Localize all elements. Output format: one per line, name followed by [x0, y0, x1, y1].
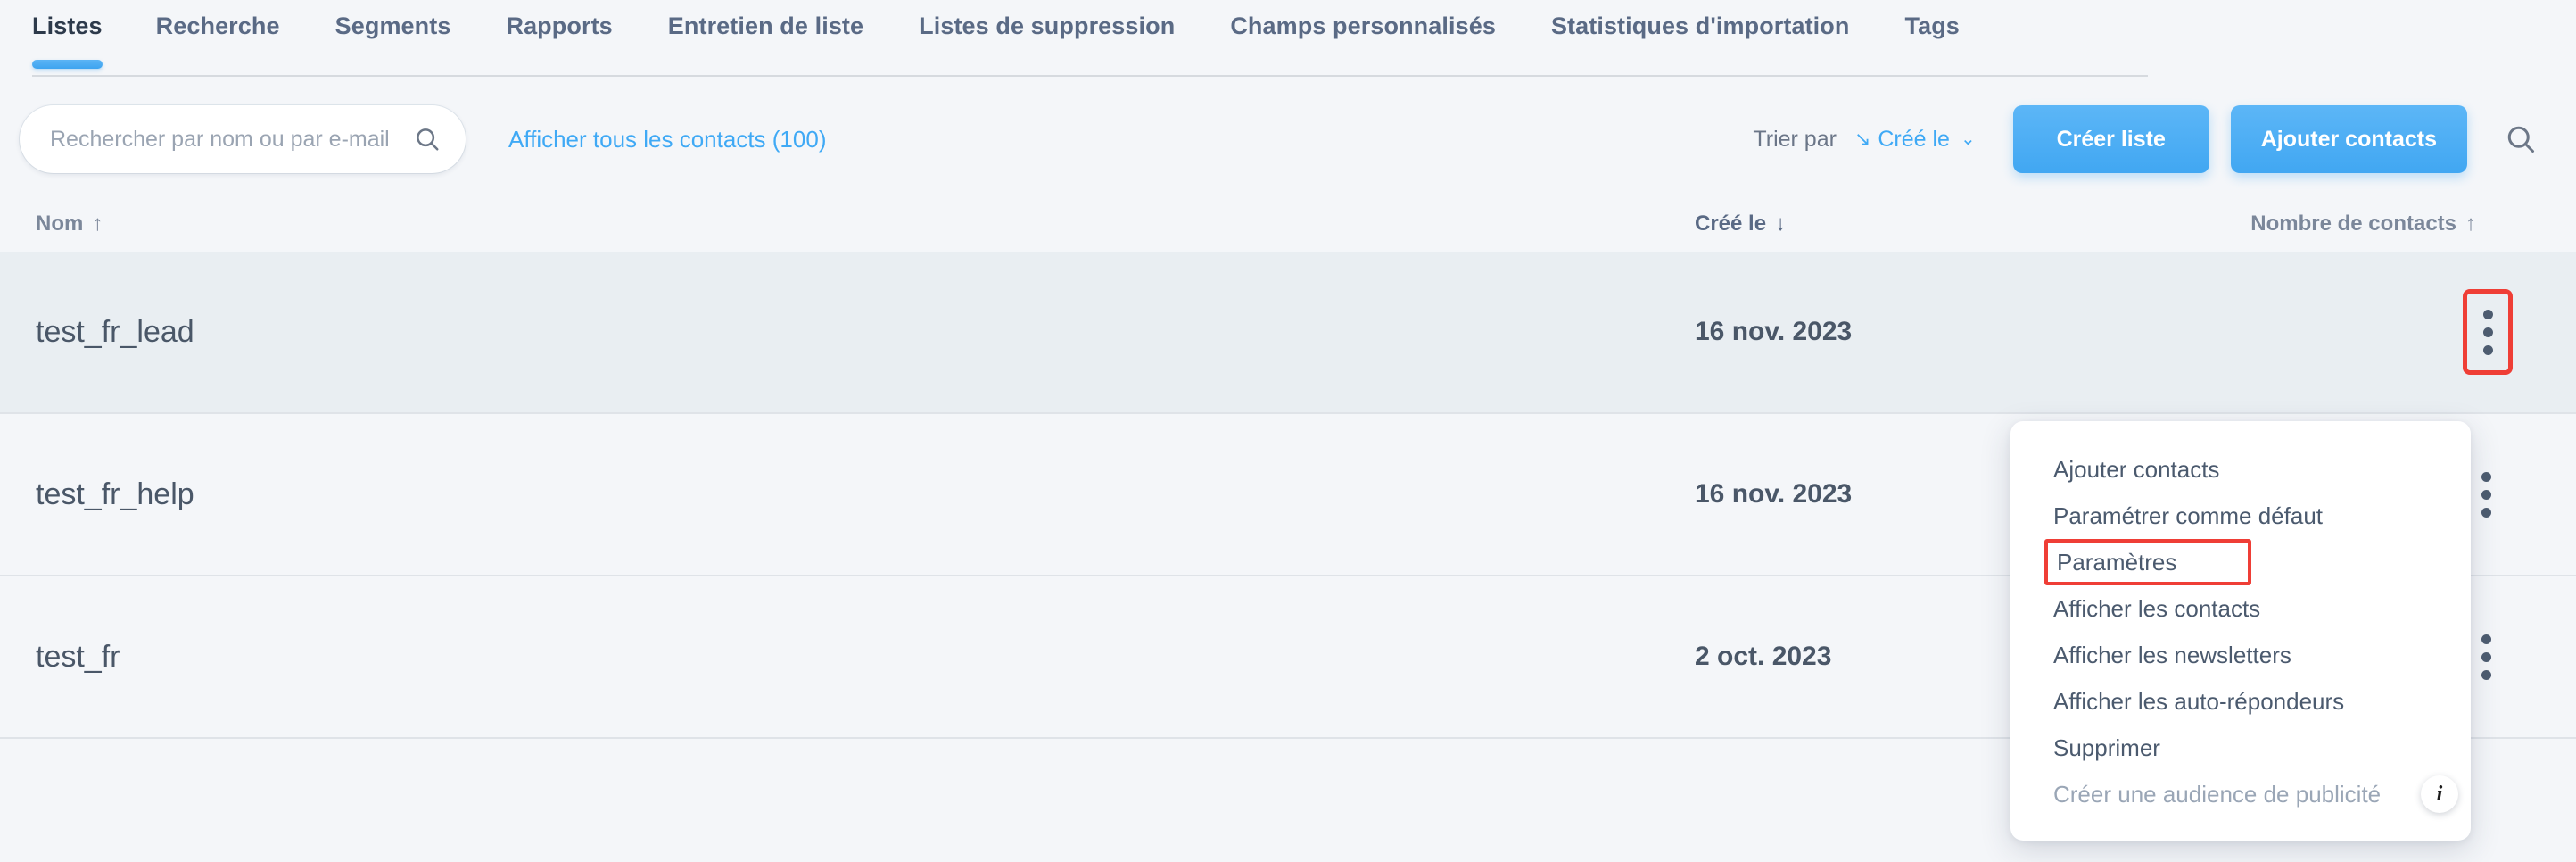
show-all-contacts-link[interactable]: Afficher tous les contacts (100)	[508, 126, 826, 153]
main-tabbar: Listes Recherche Segments Rapports Entretien…	[0, 0, 2576, 82]
table-row[interactable]: test_fr_lead 16 nov. 2023	[0, 252, 2576, 414]
menu-item-afficher-les-auto-r-pondeurs[interactable]: Afficher les auto-répondeurs	[2010, 678, 2471, 725]
chevron-down-icon: ⌄	[1960, 129, 1976, 149]
sort-direction-icon: ↘	[1854, 128, 1871, 150]
column-header-contact-count[interactable]: Nombre de contacts ↑	[2194, 211, 2544, 236]
tab-list: Listes Recherche Segments Rapports Entretien…	[0, 0, 2576, 80]
tab-listes[interactable]: Listes	[32, 12, 103, 70]
sort-by-dropdown[interactable]: ↘ Créé le ⌄	[1854, 127, 1976, 153]
search-icon[interactable]	[414, 126, 441, 153]
tab-rapports[interactable]: Rapports	[506, 12, 612, 70]
tab-label: Segments	[334, 12, 451, 39]
sort-asc-icon: ↑	[92, 211, 103, 236]
search-input[interactable]	[50, 126, 414, 153]
sort-by-label: Trier par	[1753, 126, 1837, 152]
add-contacts-button[interactable]: Ajouter contacts	[2230, 105, 2467, 173]
column-header-created[interactable]: Créé le ↓	[1695, 211, 2194, 236]
menu-item-label: Afficher les newsletters	[2053, 641, 2291, 668]
tab-tags[interactable]: Tags	[1904, 12, 1959, 70]
sort-asc-icon: ↑	[2465, 211, 2476, 236]
cell-list-name[interactable]: test_fr	[36, 640, 1695, 675]
menu-item-param-tres[interactable]: Paramètres	[2044, 539, 2251, 585]
menu-item-ajouter-contacts[interactable]: Ajouter contacts	[2010, 446, 2471, 493]
tab-label: Rapports	[506, 12, 613, 39]
sort-desc-icon: ↓	[1775, 211, 1787, 236]
tab-statistiques-d-importation[interactable]: Statistiques d'importation	[1551, 12, 1850, 70]
toolbar-right-group: Trier par ↘ Créé le ⌄ Créer liste Ajoute…	[1753, 105, 2544, 173]
tab-label: Entretien de liste	[667, 12, 864, 39]
create-list-button[interactable]: Créer liste	[2012, 105, 2209, 173]
lists-page: Listes Recherche Segments Rapports Entretien…	[0, 0, 2576, 862]
menu-item-label: Paramétrer comme défaut	[2053, 501, 2324, 529]
tabbar-divider	[32, 75, 2148, 77]
menu-item-label: Ajouter contacts	[2053, 455, 2220, 483]
list-toolbar: Afficher tous les contacts (100) Trier p…	[0, 82, 2576, 196]
tab-label: Champs personnalisés	[1230, 12, 1496, 39]
tab-label: Listes de suppression	[919, 12, 1176, 39]
table-header-row: Nom ↑ Créé le ↓ Nombre de contacts ↑	[0, 196, 2576, 252]
tab-label: Listes	[32, 12, 103, 39]
tab-label: Tags	[1904, 12, 1960, 39]
tab-recherche[interactable]: Recherche	[156, 12, 280, 70]
row-menu-kebab-icon[interactable]	[2463, 289, 2513, 375]
menu-item-cr-er-une-audience-de-publicit: Créer une audience de publicité i	[2010, 771, 2471, 817]
sort-by-value: Créé le	[1878, 126, 1950, 152]
column-header-created-label: Créé le	[1695, 211, 1767, 236]
menu-item-afficher-les-contacts[interactable]: Afficher les contacts	[2010, 585, 2471, 632]
menu-item-label: Créer une audience de publicité	[2053, 780, 2382, 808]
search-icon[interactable]	[2498, 116, 2544, 162]
menu-item-supprimer[interactable]: Supprimer	[2010, 725, 2471, 771]
row-context-menu: Ajouter contacts Paramétrer comme défaut P…	[2010, 421, 2471, 841]
menu-item-label: Afficher les auto-répondeurs	[2053, 687, 2345, 715]
menu-item-label: Paramètres	[2057, 548, 2177, 576]
menu-item-label: Supprimer	[2053, 734, 2160, 761]
search-box[interactable]	[20, 105, 466, 173]
menu-item-afficher-les-newsletters[interactable]: Afficher les newsletters	[2010, 632, 2471, 678]
tab-entretien-de-liste[interactable]: Entretien de liste	[668, 12, 863, 70]
cell-created-date: 16 nov. 2023	[1695, 317, 1853, 346]
column-header-contact-count-label: Nombre de contacts	[2250, 211, 2456, 236]
info-icon[interactable]: i	[2421, 775, 2458, 813]
menu-item-label: Afficher les contacts	[2053, 594, 2261, 622]
tab-label: Statistiques d'importation	[1550, 12, 1850, 39]
column-header-name[interactable]: Nom ↑	[36, 211, 1695, 236]
column-header-name-label: Nom	[36, 211, 84, 236]
tab-segments[interactable]: Segments	[335, 12, 451, 70]
cell-contact-count	[2194, 289, 2544, 375]
cell-list-name[interactable]: test_fr_lead	[36, 315, 1695, 350]
tab-label: Recherche	[155, 12, 280, 39]
tab-champs-personnalis-s[interactable]: Champs personnalisés	[1230, 12, 1496, 70]
cell-list-name[interactable]: test_fr_help	[36, 477, 1695, 512]
tab-listes-de-suppression[interactable]: Listes de suppression	[919, 12, 1175, 70]
active-tab-indicator	[32, 60, 103, 69]
menu-item-param-trer-comme-d-faut[interactable]: Paramétrer comme défaut	[2010, 493, 2471, 539]
